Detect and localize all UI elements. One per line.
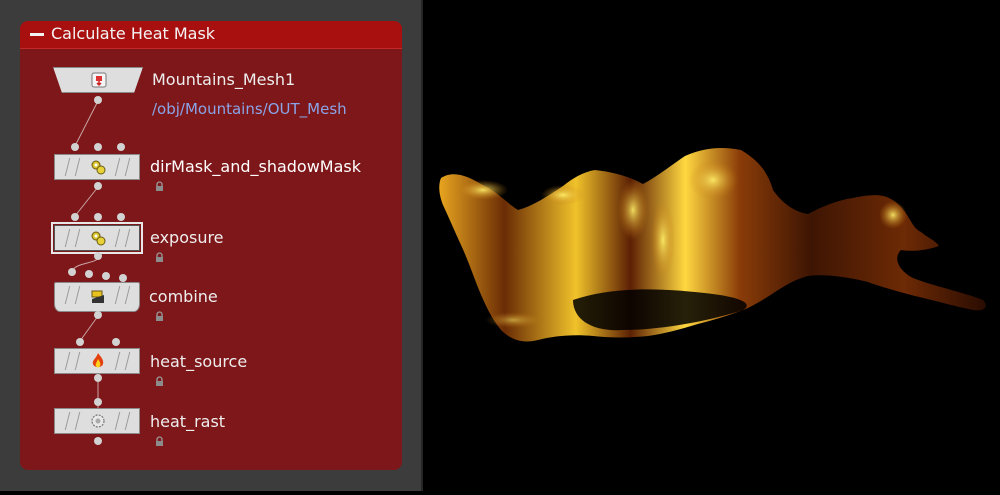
hot-spot: [458, 180, 508, 200]
heat-mask-render: [439, 148, 986, 342]
terrain-shadow: [573, 289, 747, 331]
hot-spot: [485, 312, 541, 328]
input-port-combine-3[interactable]: [102, 272, 110, 280]
hot-spot: [879, 201, 907, 229]
hot-spot: [688, 160, 738, 200]
input-port-exposure-3[interactable]: [117, 213, 125, 221]
node-heat-rast[interactable]: [54, 408, 140, 434]
network-box-header[interactable]: Calculate Heat Mask: [20, 21, 402, 49]
output-port-dirmask[interactable]: [94, 182, 102, 190]
node-label-exposure: exposure: [150, 228, 224, 247]
hot-spot: [541, 185, 585, 205]
gears-icon: [91, 160, 106, 175]
node-label-combine: combine: [149, 287, 218, 306]
node-heat-source[interactable]: [54, 348, 140, 374]
output-port-heat-rast[interactable]: [94, 437, 102, 445]
node-mountains-mesh1[interactable]: [53, 67, 143, 93]
lock-icon: [156, 376, 163, 386]
collapse-box-button[interactable]: [30, 33, 44, 36]
input-port-combine-4[interactable]: [119, 274, 127, 282]
object-merge-icon: [91, 72, 107, 88]
viewport-pane[interactable]: [423, 0, 1000, 491]
input-port-heat-source-2[interactable]: [112, 338, 120, 346]
input-port-dirmask-2[interactable]: [94, 143, 102, 151]
rasterize-icon: [91, 414, 105, 428]
hot-spot: [618, 180, 648, 240]
gears-icon: [91, 231, 106, 246]
node-dirmask-and-shadowmask[interactable]: [54, 154, 140, 180]
node-label-heat-source: heat_source: [150, 352, 248, 371]
input-port-combine-1[interactable]: [68, 268, 76, 276]
network-box-title: Calculate Heat Mask: [51, 24, 216, 43]
network-editor-pane[interactable]: Calculate Heat Mask Mountains_Mesh1 /obj…: [0, 0, 421, 491]
lock-icon: [156, 181, 163, 191]
node-label-dirmask: dirMask_and_shadowMask: [150, 157, 362, 176]
output-port-heat-source[interactable]: [94, 374, 102, 382]
input-port-dirmask-3[interactable]: [117, 143, 125, 151]
lock-icon: [156, 252, 163, 262]
input-port-combine-2[interactable]: [85, 270, 93, 278]
fire-icon: [92, 353, 104, 368]
node-label-mountains-mesh1: Mountains_Mesh1: [152, 70, 296, 89]
output-port-exposure[interactable]: [94, 252, 102, 260]
lock-icon: [156, 311, 163, 321]
lock-icon: [156, 436, 163, 446]
node-combine[interactable]: [54, 282, 140, 312]
input-port-heat-source-1[interactable]: [76, 338, 84, 346]
input-port-exposure-2[interactable]: [94, 213, 102, 221]
output-port-mountains-mesh1[interactable]: [94, 96, 102, 104]
input-port-exposure-1[interactable]: [71, 213, 79, 221]
input-port-dirmask-1[interactable]: [71, 143, 79, 151]
input-port-heat-rast[interactable]: [94, 398, 102, 406]
node-exposure[interactable]: [51, 222, 143, 254]
node-label-heat-rast: heat_rast: [150, 412, 226, 431]
output-port-combine[interactable]: [94, 311, 102, 319]
hot-spot: [651, 200, 675, 280]
node-path-mountains-mesh1: /obj/Mountains/OUT_Mesh: [152, 100, 347, 118]
composite-icon: [91, 290, 104, 303]
